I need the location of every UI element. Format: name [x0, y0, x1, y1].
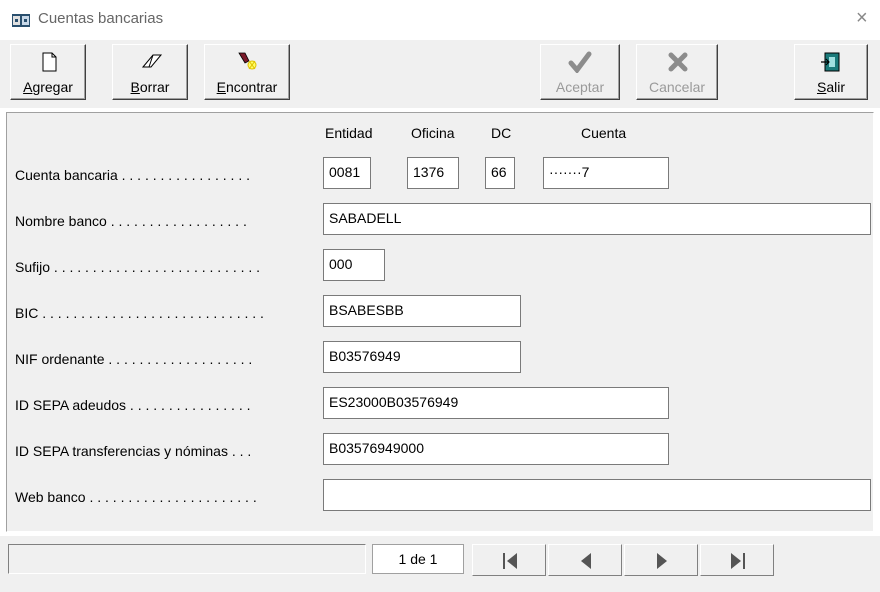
first-record-icon	[503, 553, 517, 569]
cancelar-button[interactable]: Cancelar	[636, 44, 718, 100]
encontrar-mnemonic: E	[216, 79, 226, 95]
id-sepa-adeudos-label: ID SEPA adeudos . . . . . . . . . . . . …	[15, 397, 251, 413]
previous-record-icon	[581, 553, 591, 569]
toolbar: Agregar Borrar Encontrar Aceptar Cancela…	[0, 40, 880, 108]
page-indicator: 1 de 1	[372, 544, 464, 574]
salir-label: alir	[826, 79, 845, 95]
exit-door-icon	[821, 52, 840, 72]
header-dc: DC	[491, 125, 512, 141]
status-message-area	[8, 544, 366, 574]
encontrar-button[interactable]: Encontrar	[204, 44, 290, 100]
agregar-label: gregar	[32, 79, 73, 95]
app-icon	[12, 14, 30, 27]
form-panel: Entidad Oficina DC Cuenta Cuenta bancari…	[6, 112, 874, 532]
first-record-button[interactable]	[472, 544, 546, 576]
web-banco-field[interactable]	[323, 479, 871, 511]
bic-field[interactable]: BSABESBB	[323, 295, 521, 327]
borrar-mnemonic: B	[130, 79, 140, 95]
cross-icon	[668, 52, 688, 72]
web-banco-label: Web banco . . . . . . . . . . . . . . . …	[15, 489, 257, 505]
id-sepa-transferencias-field[interactable]: B03576949000	[323, 433, 669, 465]
nif-ordenante-label: NIF ordenante . . . . . . . . . . . . . …	[15, 351, 253, 367]
nif-ordenante-field[interactable]: B03576949	[323, 341, 521, 373]
cuenta-bancaria-label: Cuenta bancaria . . . . . . . . . . . . …	[15, 167, 250, 183]
salir-mnemonic: S	[816, 79, 827, 95]
cancelar-label: Cancelar	[648, 79, 706, 95]
next-record-button[interactable]	[624, 544, 698, 576]
previous-record-button[interactable]	[548, 544, 622, 576]
close-button[interactable]: ×	[856, 8, 868, 28]
header-cuenta: Cuenta	[581, 125, 627, 141]
sufijo-label: Sufijo . . . . . . . . . . . . . . . . .…	[15, 259, 261, 275]
cuenta-field[interactable]: ·······7	[543, 157, 669, 189]
id-sepa-adeudos-field[interactable]: ES23000B03576949	[323, 387, 669, 419]
eraser-icon	[141, 54, 163, 68]
new-document-icon	[42, 52, 57, 72]
header-entidad: Entidad	[325, 125, 373, 141]
bic-label: BIC . . . . . . . . . . . . . . . . . . …	[15, 305, 264, 321]
aceptar-button[interactable]: Aceptar	[540, 44, 620, 100]
id-sepa-transferencias-label: ID SEPA transferencias y nóminas . . .	[15, 443, 252, 459]
header-oficina: Oficina	[411, 125, 455, 141]
encontrar-label: ncontrar	[225, 79, 278, 95]
dc-field[interactable]: 66	[485, 157, 515, 189]
nombre-banco-label: Nombre banco . . . . . . . . . . . . . .…	[15, 213, 247, 229]
entidad-field[interactable]: 0081	[323, 157, 371, 189]
title-bar: Cuentas bancarias ×	[0, 0, 880, 40]
agregar-button[interactable]: Agregar	[10, 44, 86, 100]
last-record-icon	[731, 553, 745, 569]
last-record-button[interactable]	[700, 544, 774, 576]
salir-button[interactable]: Salir	[794, 44, 868, 100]
status-bar: 1 de 1	[0, 536, 880, 592]
borrar-button[interactable]: Borrar	[112, 44, 188, 100]
nombre-banco-field[interactable]: SABADELL	[323, 203, 871, 235]
aceptar-label: Aceptar	[555, 79, 605, 95]
flashlight-icon	[238, 52, 257, 70]
oficina-field[interactable]: 1376	[407, 157, 459, 189]
window-title: Cuentas bancarias	[38, 10, 164, 27]
sufijo-field[interactable]: 000	[323, 249, 385, 281]
next-record-icon	[657, 553, 667, 569]
checkmark-icon	[568, 51, 592, 73]
borrar-label: orrar	[139, 79, 170, 95]
